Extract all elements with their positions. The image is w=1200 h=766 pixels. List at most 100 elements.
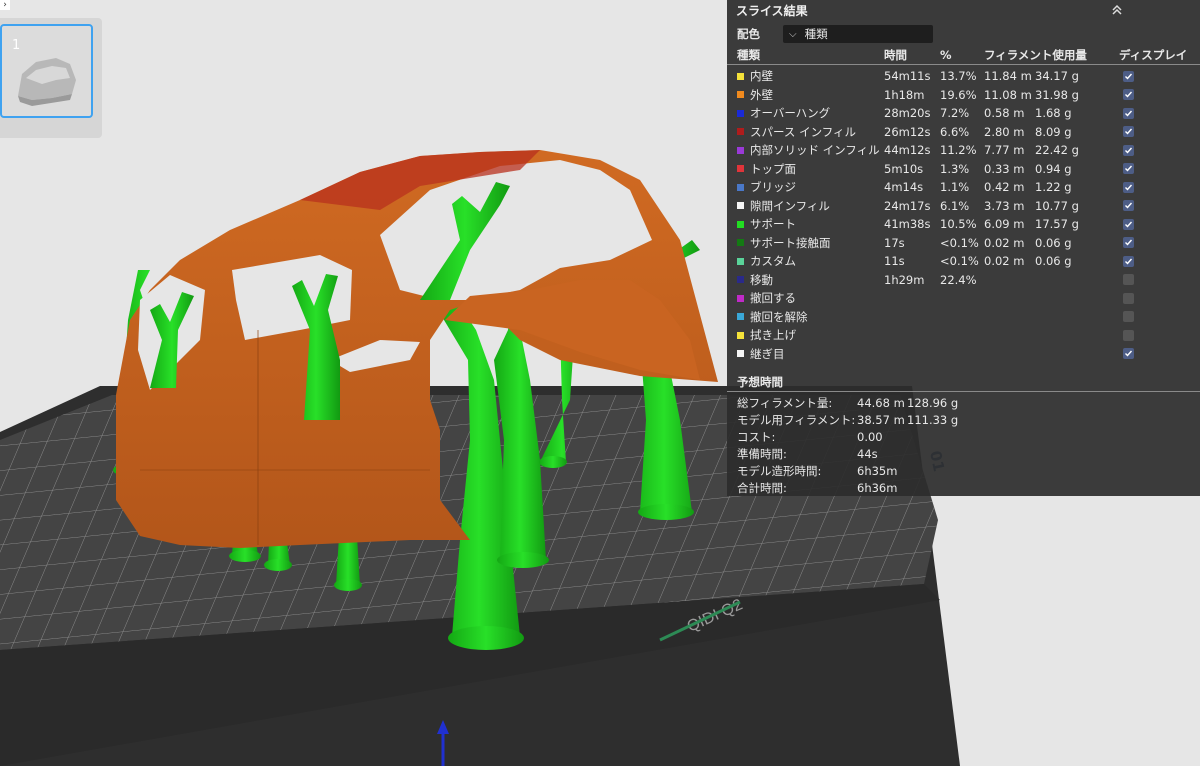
stat-label: 合計時間: [737,480,787,495]
row-weight: 31.98 g [1035,87,1079,102]
row-time: 5m10s [884,161,924,176]
table-row: トップ面 5m10s 1.3% 0.33 m 0.94 g [727,160,1200,179]
row-display [1119,255,1199,267]
row-type-label: ブリッジ [750,180,796,195]
row-display [1119,329,1199,341]
row-type: 隙間インフィル [737,198,884,214]
color-scheme-value: 種類 [804,27,828,41]
display-checkbox[interactable] [1123,200,1134,212]
row-display [1119,200,1199,212]
header-filament: フィラメント使用量 [984,48,1087,62]
row-display [1119,274,1199,286]
row-weight: 22.42 g [1035,143,1079,158]
color-swatch [737,146,744,154]
row-length: 11.84 m [984,69,1032,84]
display-checkbox[interactable] [1123,107,1134,119]
display-checkbox[interactable] [1123,348,1134,360]
estimate-stats: 総フィラメント量: 44.68 m 128.96 g モデル用フィラメント: 38.57… [727,394,1200,496]
table-row: オーバーハング 28m20s 7.2% 0.58 m 1.68 g [727,104,1200,123]
display-checkbox[interactable] [1123,70,1134,82]
row-time: 41m38s [884,217,931,232]
row-time: 44m12s [884,143,931,158]
chevron-down-icon: ⌵ [789,28,797,40]
display-checkbox[interactable] [1123,126,1134,138]
stat-value-secondary: 111.33 g [907,412,959,427]
display-checkbox[interactable] [1123,218,1134,230]
row-length: 7.77 m [984,143,1025,158]
header-percent: % [940,48,952,62]
color-scheme-dropdown[interactable]: ⌵ 種類 [783,25,933,43]
row-time: 26m12s [884,124,931,139]
row-time: 54m11s [884,69,931,84]
color-swatch [737,109,744,117]
row-length: 0.42 m [984,180,1025,195]
table-row: サポート 41m38s 10.5% 6.09 m 17.57 g [727,215,1200,234]
table-row: スパース インフィル 26m12s 6.6% 2.80 m 8.09 g [727,123,1200,142]
row-type: 移動 [737,272,884,288]
row-display [1119,237,1199,249]
row-percent: 19.6% [940,87,977,102]
display-checkbox[interactable] [1123,181,1134,193]
stat-row: 総フィラメント量: 44.68 m 128.96 g [727,394,1200,411]
table-row: サポート接触面 17s <0.1% 0.02 m 0.06 g [727,234,1200,253]
row-length: 0.02 m [984,254,1025,269]
display-checkbox[interactable] [1123,292,1134,304]
row-time: 1h18m [884,87,925,102]
row-percent: 22.4% [940,272,977,287]
row-type-label: トップ面 [750,161,796,176]
row-weight: 0.94 g [1035,161,1072,176]
stat-row: 準備時間: 44s [727,445,1200,462]
row-type-label: スパース インフィル [750,124,857,139]
display-checkbox[interactable] [1123,274,1134,286]
table-row: 撤回する [727,289,1200,308]
stat-row: モデル用フィラメント: 38.57 m 111.33 g [727,411,1200,428]
row-type: サポート接触面 [737,235,884,251]
expand-arrow-icon[interactable]: › [0,0,10,10]
check-icon [1125,239,1133,246]
display-checkbox[interactable] [1123,89,1134,101]
table-header: 種類 時間 % フィラメント使用量 ディスプレイ [727,46,1200,65]
display-checkbox[interactable] [1123,329,1134,341]
color-swatch [737,313,744,321]
table-row: カスタム 11s <0.1% 0.02 m 0.06 g [727,252,1200,271]
stat-row: コスト: 0.00 [727,428,1200,445]
plate-thumbnail[interactable]: 1 [0,24,93,118]
check-icon [1125,202,1133,209]
color-swatch [737,220,744,228]
stat-value: 6h36m [857,480,898,495]
row-type-label: 撤回する [750,291,796,306]
color-scheme-label: 配色 [737,27,760,41]
row-type-label: 拭き上げ [750,328,796,343]
row-length: 0.58 m [984,106,1025,121]
row-type: 内部ソリッド インフィル [737,142,884,158]
display-checkbox[interactable] [1123,144,1134,156]
color-swatch [737,91,744,99]
stat-label: コスト: [737,429,776,444]
row-type: カスタム [737,253,884,269]
display-checkbox[interactable] [1123,237,1134,249]
collapse-icon[interactable] [1110,3,1124,17]
color-swatch [737,350,744,358]
row-time: 4m14s [884,180,924,195]
table-row: 隙間インフィル 24m17s 6.1% 3.73 m 10.77 g [727,197,1200,216]
row-type: サポート [737,216,884,232]
stat-label: 総フィラメント量: [737,395,833,410]
table-row: 継ぎ目 [727,345,1200,364]
row-percent: 7.2% [940,106,970,121]
display-checkbox[interactable] [1123,255,1134,267]
row-type: 継ぎ目 [737,346,884,362]
display-checkbox[interactable] [1123,163,1134,175]
row-type-label: サポート接触面 [750,235,831,250]
stat-value: 38.57 m [857,412,905,427]
row-type: 拭き上げ [737,327,884,343]
row-type-label: カスタム [750,254,796,269]
row-type-label: 撤回を解除 [750,309,808,324]
check-icon [1125,184,1133,191]
row-type-label: 隙間インフィル [750,198,830,213]
row-type-label: 外壁 [750,87,773,102]
table-row: 内部ソリッド インフィル 44m12s 11.2% 7.77 m 22.42 g [727,141,1200,160]
slice-result-panel: スライス結果 配色 ⌵ 種類 種類 時間 % フィラメント使用量 ディスプレイ … [727,0,1200,496]
display-checkbox[interactable] [1123,311,1134,323]
stat-row: モデル造形時間: 6h35m [727,462,1200,479]
plate-thumbnail-strip: 1 [0,18,102,138]
